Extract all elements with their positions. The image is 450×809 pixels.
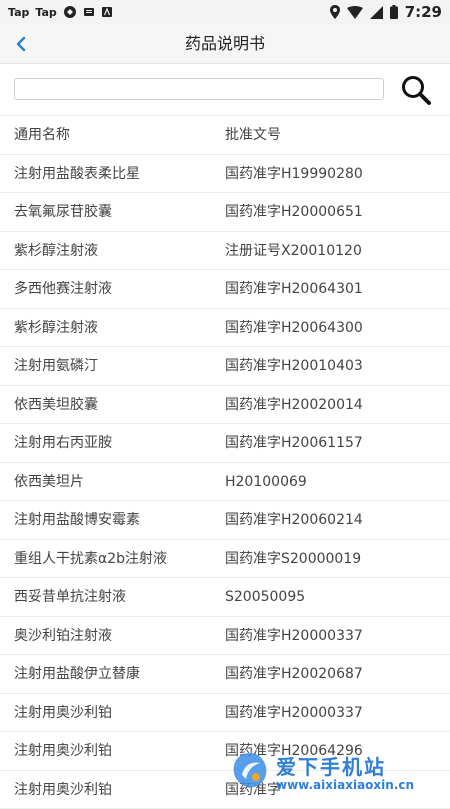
approval-number: 国药准字H20064301 [225, 270, 363, 308]
drug-name: 注射用盐酸博安霉素 [14, 501, 140, 539]
approval-number: 国药准字H20061157 [225, 424, 363, 462]
table-row[interactable]: 依西美坦片 H20100069 [0, 463, 450, 502]
drug-name: 注射用奥沙利铂 [14, 771, 112, 809]
watermark-logo-icon [228, 749, 272, 793]
watermark: 爱下手机站 www.aixiaxiaoxin.cn [228, 746, 450, 796]
approval-number: 国药准字H20060214 [225, 501, 363, 539]
approval-number: 国药准字H20000651 [225, 193, 363, 231]
table-header-row: 通用名称 批准文号 [0, 116, 450, 155]
clock-time: 7:29 [405, 3, 442, 21]
search-bar [0, 64, 450, 116]
watermark-text: 爱下手机站 www.aixiaxiaoxin.cn [276, 751, 414, 792]
approval-number: H20100069 [225, 463, 307, 501]
app-header: 药品说明书 [0, 24, 450, 64]
drug-name: 注射用盐酸伊立替康 [14, 655, 140, 693]
table-row[interactable]: 注射用氨磷汀 国药准字H20010403 [0, 347, 450, 386]
wifi-icon [347, 6, 363, 19]
table-row[interactable]: 奥沙利铂注射液 国药准字H20000337 [0, 617, 450, 656]
approval-number: 国药准字H19990280 [225, 155, 363, 193]
approval-number: 国药准字H20020687 [225, 655, 363, 693]
text-notification-icon [101, 6, 113, 18]
drug-name: 重组人干扰素α2b注射液 [14, 540, 167, 578]
drug-name: 注射用氨磷汀 [14, 347, 98, 385]
approval-number: 国药准字H20000337 [225, 617, 363, 655]
table-row[interactable]: 紫杉醇注射液 注册证号X20010120 [0, 232, 450, 271]
drug-name: 依西美坦胶囊 [14, 386, 98, 424]
drug-name: 紫杉醇注射液 [14, 309, 98, 347]
status-right: 7:29 [330, 3, 442, 21]
message-notification-icon [83, 6, 95, 18]
approval-number: 国药准字H20000337 [225, 694, 363, 732]
tap-label-2: Tap [35, 6, 56, 19]
signal-icon [370, 6, 383, 19]
table-row[interactable]: 注射用盐酸伊立替康 国药准字H20020687 [0, 655, 450, 694]
drug-name: 注射用奥沙利铂 [14, 732, 112, 770]
drug-name: 注射用盐酸表柔比星 [14, 155, 140, 193]
drug-name: 去氧氟尿苷胶囊 [14, 193, 112, 231]
tap-label-1: Tap [8, 6, 29, 19]
drug-name: 依西美坦片 [14, 463, 84, 501]
table-row[interactable]: 紫杉醇注射液 国药准字H20064300 [0, 309, 450, 348]
table-row[interactable]: 西妥昔单抗注射液 S20050095 [0, 578, 450, 617]
drug-table: 通用名称 批准文号 注射用盐酸表柔比星国药准字H19990280去氧氟尿苷胶囊国… [0, 116, 450, 809]
watermark-main-text: 爱下手机站 [276, 751, 414, 780]
approval-number: 国药准字H20020014 [225, 386, 363, 424]
approval-number: 国药准字H20010403 [225, 347, 363, 385]
search-input[interactable] [14, 78, 384, 100]
drug-name: 奥沙利铂注射液 [14, 617, 112, 655]
approval-number: 国药准字S20000019 [225, 540, 361, 578]
page-title: 药品说明书 [0, 24, 450, 64]
column-header-approval-number: 批准文号 [225, 116, 281, 154]
table-row[interactable]: 注射用盐酸博安霉素 国药准字H20060214 [0, 501, 450, 540]
location-icon [330, 5, 340, 19]
table-row[interactable]: 注射用右丙亚胺 国药准字H20061157 [0, 424, 450, 463]
search-icon [399, 73, 433, 107]
watermark-url-text: www.aixiaxiaoxin.cn [276, 778, 414, 792]
drug-name: 紫杉醇注射液 [14, 232, 98, 270]
column-header-generic-name: 通用名称 [14, 116, 70, 154]
table-row[interactable]: 多西他赛注射液 国药准字H20064301 [0, 270, 450, 309]
drug-name: 注射用右丙亚胺 [14, 424, 112, 462]
status-left: Tap Tap [8, 5, 113, 19]
drug-name: 注射用奥沙利铂 [14, 694, 112, 732]
approval-number: S20050095 [225, 578, 305, 616]
table-row[interactable]: 注射用盐酸表柔比星 国药准字H19990280 [0, 155, 450, 194]
table-body: 注射用盐酸表柔比星 国药准字H19990280 去氧氟尿苷胶囊 国药准字H200006… [0, 155, 450, 809]
table-row[interactable]: 注射用奥沙利铂 国药准字H20000337 [0, 694, 450, 733]
approval-number: 国药准字H20064300 [225, 309, 363, 347]
table-row[interactable]: 重组人干扰素α2b注射液 国药准字S20000019 [0, 540, 450, 579]
app-notification-icon [63, 5, 77, 19]
battery-icon [390, 5, 398, 19]
search-button[interactable] [399, 73, 433, 107]
table-row[interactable]: 去氧氟尿苷胶囊 国药准字H20000651 [0, 193, 450, 232]
approval-number: 注册证号X20010120 [225, 232, 362, 270]
status-bar: Tap Tap 7:29 [0, 0, 450, 24]
drug-name: 多西他赛注射液 [14, 270, 112, 308]
table-row[interactable]: 依西美坦胶囊 国药准字H20020014 [0, 386, 450, 425]
drug-name: 西妥昔单抗注射液 [14, 578, 126, 616]
